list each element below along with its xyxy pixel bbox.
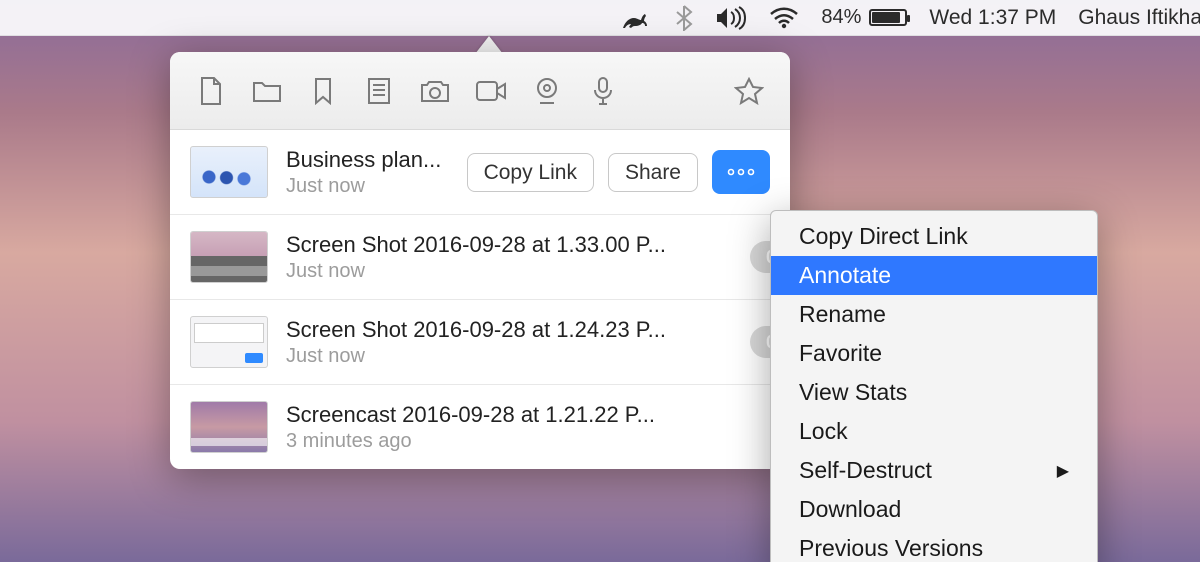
item-title: Screen Shot 2016-09-28 at 1.33.00 P... <box>286 232 732 258</box>
item-time: Just now <box>286 260 732 283</box>
cloudapp-popover: Business plan... Just now Copy Link Shar… <box>170 52 790 469</box>
item-title: Screencast 2016-09-28 at 1.21.22 P... <box>286 402 770 428</box>
thumbnail <box>190 146 268 198</box>
list-item[interactable]: Screen Shot 2016-09-28 at 1.33.00 P... J… <box>170 214 790 299</box>
menu-item-label: View Stats <box>799 379 907 406</box>
menu-item-rename[interactable]: Rename <box>771 295 1097 334</box>
thumbnail <box>190 231 268 283</box>
menu-item-label: Rename <box>799 301 886 328</box>
folder-icon[interactable] <box>250 74 284 108</box>
star-icon[interactable] <box>732 74 766 108</box>
macos-menubar: 84% Wed 1:37 PM Ghaus Iftikha <box>0 0 1200 36</box>
menubar-datetime[interactable]: Wed 1:37 PM <box>929 6 1056 30</box>
bookmark-icon[interactable] <box>306 74 340 108</box>
menu-item-annotate[interactable]: Annotate <box>771 256 1097 295</box>
more-button[interactable] <box>712 150 770 194</box>
item-time: Just now <box>286 345 732 368</box>
menu-item-lock[interactable]: Lock <box>771 412 1097 451</box>
item-title: Business plan... <box>286 147 449 173</box>
list-item[interactable]: Business plan... Just now Copy Link Shar… <box>170 130 790 214</box>
battery-percent-label: 84% <box>821 6 861 29</box>
menu-item-previous-versions[interactable]: Previous Versions <box>771 529 1097 562</box>
mic-icon[interactable] <box>586 74 620 108</box>
copy-link-button[interactable]: Copy Link <box>467 153 594 192</box>
file-icon[interactable] <box>194 74 228 108</box>
menu-item-view-stats[interactable]: View Stats <box>771 373 1097 412</box>
menu-item-label: Download <box>799 496 901 523</box>
menu-item-copy-direct-link[interactable]: Copy Direct Link <box>771 217 1097 256</box>
menu-item-download[interactable]: Download <box>771 490 1097 529</box>
menu-item-label: Copy Direct Link <box>799 223 968 250</box>
share-button[interactable]: Share <box>608 153 698 192</box>
webcam-icon[interactable] <box>530 74 564 108</box>
menu-item-label: Previous Versions <box>799 535 983 562</box>
drops-list: Business plan... Just now Copy Link Shar… <box>170 130 790 469</box>
menu-item-label: Self-Destruct <box>799 457 932 484</box>
list-item[interactable]: Screencast 2016-09-28 at 1.21.22 P... 3 … <box>170 384 790 469</box>
item-time: 3 minutes ago <box>286 430 770 453</box>
kangaroo-icon[interactable] <box>619 6 653 30</box>
context-menu: Copy Direct Link Annotate Rename Favorit… <box>770 210 1098 562</box>
bluetooth-icon[interactable] <box>675 5 693 31</box>
wifi-icon[interactable] <box>769 7 799 29</box>
battery-status[interactable]: 84% <box>821 6 907 29</box>
thumbnail <box>190 316 268 368</box>
menu-item-label: Favorite <box>799 340 882 367</box>
menubar-username[interactable]: Ghaus Iftikha <box>1078 6 1200 30</box>
item-time: Just now <box>286 175 449 198</box>
camera-icon[interactable] <box>418 74 452 108</box>
menu-item-favorite[interactable]: Favorite <box>771 334 1097 373</box>
list-item[interactable]: Screen Shot 2016-09-28 at 1.24.23 P... J… <box>170 299 790 384</box>
video-icon[interactable] <box>474 74 508 108</box>
note-icon[interactable] <box>362 74 396 108</box>
popover-toolbar <box>170 52 790 130</box>
menu-item-label: Lock <box>799 418 848 445</box>
battery-icon <box>869 9 907 26</box>
menu-item-label: Annotate <box>799 262 891 289</box>
menu-item-self-destruct[interactable]: Self-Destruct ▶ <box>771 451 1097 490</box>
thumbnail <box>190 401 268 453</box>
item-title: Screen Shot 2016-09-28 at 1.24.23 P... <box>286 317 732 343</box>
submenu-arrow-icon: ▶ <box>1057 461 1069 481</box>
volume-icon[interactable] <box>715 6 747 30</box>
